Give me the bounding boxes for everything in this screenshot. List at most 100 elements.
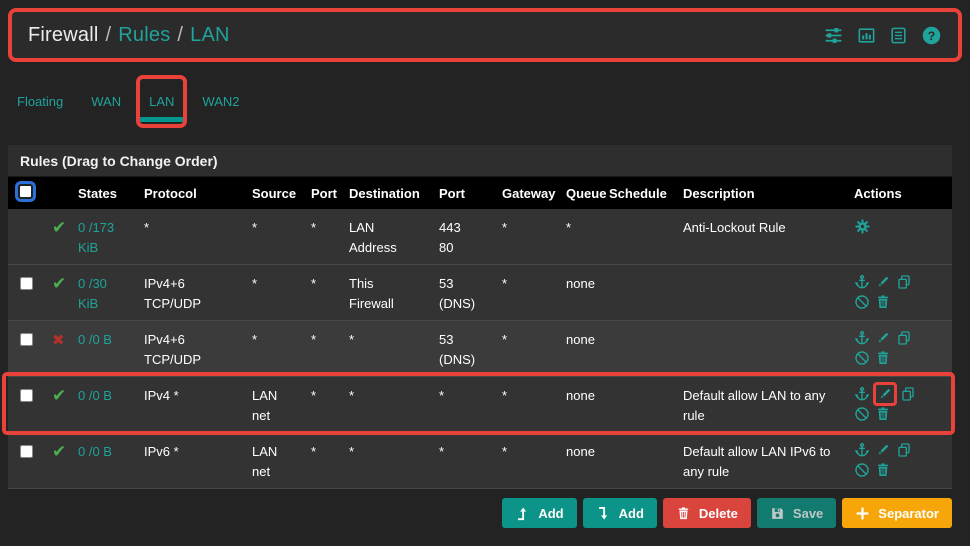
col-destination: Destination <box>349 186 439 201</box>
table-row[interactable]: ✔ 0 /0 B IPv6 * LAN net * * * * none Def… <box>8 433 952 489</box>
delete-button[interactable]: Delete <box>663 498 751 528</box>
save-button[interactable]: Save <box>757 498 836 528</box>
source-cell: LAN net <box>252 377 311 432</box>
port2-cell: * <box>439 433 502 488</box>
pencil-icon[interactable] <box>875 442 891 458</box>
col-description: Description <box>683 186 854 201</box>
help-icon[interactable]: ? <box>921 25 942 46</box>
col-protocol: Protocol <box>144 186 252 201</box>
trash-icon[interactable] <box>875 350 891 366</box>
gateway-cell: * <box>502 433 566 488</box>
table-row-anti-lockout[interactable]: ✔ 0 /173 KiB * * * LAN Address 443 80 * … <box>8 209 952 265</box>
destination-cell: This Firewall <box>349 265 439 320</box>
protocol-cell: * <box>144 209 252 264</box>
gear-icon[interactable] <box>854 218 871 235</box>
states-cell: 0 /0 B <box>78 321 144 376</box>
breadcrumb-interface-link[interactable]: LAN <box>190 24 230 46</box>
breadcrumb-separator: / <box>177 24 183 46</box>
port-cell: * <box>311 209 349 264</box>
trash-icon <box>676 506 691 521</box>
source-cell: * <box>252 209 311 264</box>
table-row[interactable]: ✔ 0 /30 KiB IPv4+6 TCP/UDP * * This Fire… <box>8 265 952 321</box>
add-rule-top-button[interactable]: Add <box>502 498 576 528</box>
port-cell: * <box>311 377 349 432</box>
destination-cell: * <box>349 433 439 488</box>
schedule-cell <box>609 265 683 320</box>
sliders-icon[interactable] <box>823 25 844 46</box>
states-cell: 0 /0 B <box>78 433 144 488</box>
pencil-icon[interactable] <box>877 386 893 402</box>
ban-icon[interactable] <box>854 462 870 478</box>
ban-icon[interactable] <box>854 294 870 310</box>
col-port: Port <box>311 186 349 201</box>
row-checkbox[interactable] <box>20 445 33 458</box>
protocol-cell: IPv4+6 TCP/UDP <box>144 265 252 320</box>
pencil-icon[interactable] <box>875 274 891 290</box>
ban-icon[interactable] <box>854 350 870 366</box>
copy-icon[interactable] <box>896 330 912 346</box>
tab-lan[interactable]: LAN <box>149 94 174 109</box>
table-row-disabled[interactable]: ✖ 0 /0 B IPv4+6 TCP/UDP * * * 53 (DNS) *… <box>8 321 952 377</box>
pass-icon: ✔ <box>52 443 66 460</box>
port2-cell: * <box>439 377 502 432</box>
add-separator-button[interactable]: Separator <box>842 498 952 528</box>
add-rule-bottom-button[interactable]: Add <box>583 498 657 528</box>
anchor-icon[interactable] <box>854 330 870 346</box>
breadcrumb: Firewall / Rules / LAN <box>28 24 230 47</box>
table-row-annotated[interactable]: ✔ 0 /0 B IPv4 * LAN net * * * * none Def… <box>8 377 952 433</box>
anchor-icon[interactable] <box>854 274 870 290</box>
source-cell: * <box>252 265 311 320</box>
tab-floating[interactable]: Floating <box>17 94 63 109</box>
trash-icon[interactable] <box>875 406 891 422</box>
gateway-cell: * <box>502 321 566 376</box>
port-cell: * <box>311 265 349 320</box>
select-all-checkbox[interactable] <box>18 184 33 199</box>
schedule-cell <box>609 321 683 376</box>
row-checkbox[interactable] <box>20 333 33 346</box>
anchor-icon[interactable] <box>854 442 870 458</box>
port-cell: * <box>311 321 349 376</box>
copy-icon[interactable] <box>896 274 912 290</box>
row-checkbox[interactable] <box>20 277 33 290</box>
pencil-icon[interactable] <box>875 330 891 346</box>
breadcrumb-page-link[interactable]: Rules <box>118 24 170 46</box>
gateway-cell: * <box>502 209 566 264</box>
row-checkbox[interactable] <box>20 389 33 402</box>
port-cell: * <box>311 433 349 488</box>
port2-cell: 443 80 <box>439 209 502 264</box>
pass-icon: ✔ <box>52 387 66 404</box>
col-states: States <box>78 186 144 201</box>
copy-icon[interactable] <box>896 442 912 458</box>
col-actions: Actions <box>854 186 952 201</box>
port2-cell: 53 (DNS) <box>439 265 502 320</box>
trash-icon[interactable] <box>875 294 891 310</box>
panel-title: Rules (Drag to Change Order) <box>8 145 952 177</box>
source-cell: * <box>252 321 311 376</box>
breadcrumb-separator: / <box>106 24 112 46</box>
protocol-cell: IPv4+6 TCP/UDP <box>144 321 252 376</box>
description-cell: Anti-Lockout Rule <box>683 209 854 264</box>
pass-icon: ✔ <box>52 219 66 236</box>
states-cell: 0 /173 KiB <box>78 209 144 264</box>
col-port2: Port <box>439 186 502 201</box>
ban-icon[interactable] <box>854 406 870 422</box>
description-cell: Default allow LAN to any rule <box>683 377 854 432</box>
col-source: Source <box>252 186 311 201</box>
schedule-cell <box>609 433 683 488</box>
gateway-cell: * <box>502 265 566 320</box>
trash-icon[interactable] <box>875 462 891 478</box>
schedule-cell <box>609 377 683 432</box>
level-up-icon <box>515 506 530 521</box>
copy-icon[interactable] <box>900 386 916 402</box>
description-cell <box>683 321 854 376</box>
schedule-cell <box>609 209 683 264</box>
queue-cell: none <box>566 377 609 432</box>
tab-wan[interactable]: WAN <box>91 94 121 109</box>
protocol-cell: IPv6 * <box>144 433 252 488</box>
tab-wan2[interactable]: WAN2 <box>202 94 239 109</box>
breadcrumb-section: Firewall <box>28 24 99 46</box>
description-cell <box>683 265 854 320</box>
log-icon[interactable] <box>889 26 908 45</box>
anchor-icon[interactable] <box>854 386 870 402</box>
bar-chart-icon[interactable] <box>857 26 876 45</box>
